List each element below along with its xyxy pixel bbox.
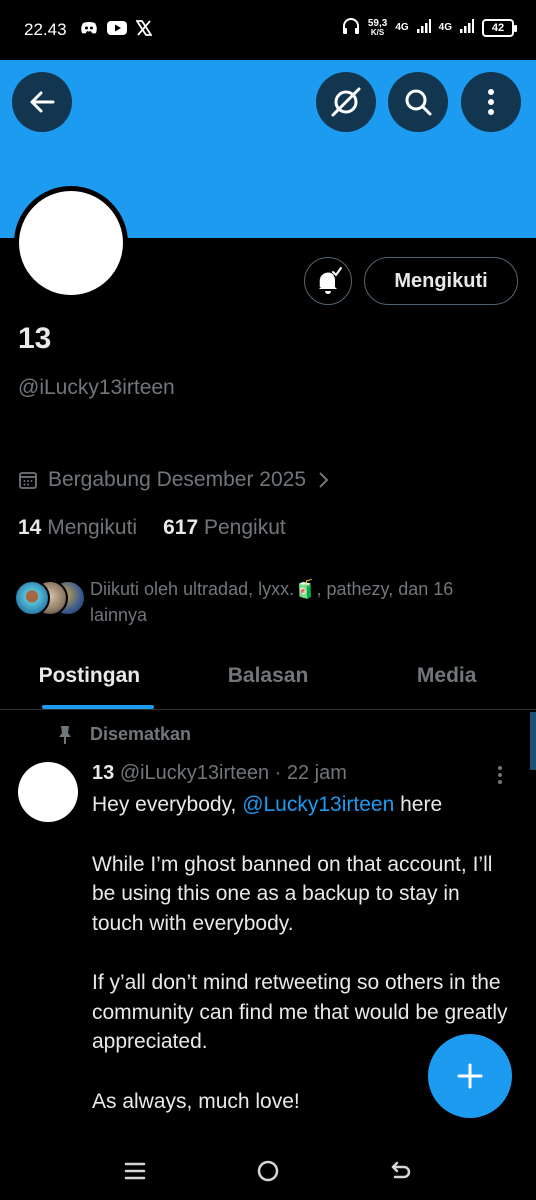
grok-button[interactable]	[316, 72, 376, 132]
joined-date[interactable]: Bergabung Desember 2025	[18, 468, 330, 492]
status-time: 22.43	[24, 20, 67, 39]
pinned-label: Disematkan	[90, 724, 192, 744]
followed-by[interactable]: Diikuti oleh ultradad, lyxx.🧃, pathezy, …	[14, 576, 510, 628]
following-label: Mengikuti	[47, 516, 138, 539]
network-type-2: 4G	[438, 22, 452, 33]
plus-icon	[457, 1063, 483, 1089]
follower-avatar-1	[14, 580, 50, 616]
pinned-indicator: Disematkan	[56, 724, 191, 745]
x-icon	[135, 20, 153, 41]
post-paragraph-1: Hey everybody, @Lucky13irteen here	[92, 793, 443, 816]
system-icons: 59,3 K/S 4G 4G 42	[342, 17, 517, 38]
network-speed: 59,3 K/S	[367, 17, 388, 37]
search-icon	[405, 89, 432, 116]
battery-indicator: 42	[482, 18, 517, 37]
signal-icon	[416, 19, 431, 36]
pin-icon	[59, 725, 71, 744]
post-author-avatar[interactable]	[18, 762, 78, 822]
profile-tabs: Postingan Balasan Media	[0, 646, 536, 710]
joined-text: Bergabung Desember 2025	[48, 468, 307, 491]
mention-link[interactable]: @Lucky13irteen	[242, 793, 394, 816]
network-type-1: 4G	[395, 22, 409, 33]
followers-label: Pengikut	[203, 516, 286, 539]
back-button[interactable]	[12, 72, 72, 132]
notification-icons	[80, 20, 153, 41]
post-paragraph-2: While I’m ghost banned on that account, …	[92, 852, 493, 935]
follow-counts: 14 Mengikuti 617 Pengikut	[18, 516, 286, 540]
followers-count: 617	[163, 516, 199, 539]
back-nav-button[interactable]	[386, 1156, 416, 1186]
profile-handle: @iLucky13irteen	[18, 376, 175, 399]
grok-icon	[331, 87, 361, 117]
following-count: 14	[18, 516, 42, 539]
follower-avatars	[14, 576, 86, 616]
followed-by-text: Diikuti oleh ultradad, lyxx.🧃, pathezy, …	[90, 579, 454, 625]
post-time: · 22 jam	[274, 762, 347, 784]
chevron-right-icon	[319, 472, 329, 488]
more-vertical-icon	[488, 89, 494, 115]
tab-balasan[interactable]: Balasan	[179, 646, 358, 709]
more-vertical-icon	[498, 766, 502, 784]
back-arrow-icon	[391, 1161, 411, 1179]
following-count-link[interactable]: 14 Mengikuti	[18, 516, 137, 540]
signal-icon-2	[460, 19, 474, 36]
post-author-handle[interactable]: @iLucky13irteen	[120, 762, 269, 784]
status-bar: 22.43 59,3 K/S 4G 4G 42	[0, 0, 536, 60]
tab-media[interactable]: Media	[357, 646, 536, 709]
tab-postingan[interactable]: Postingan	[0, 646, 179, 709]
headphones-icon	[342, 17, 360, 38]
search-button[interactable]	[388, 72, 448, 132]
bell-check-icon	[319, 267, 342, 294]
youtube-icon	[107, 21, 127, 40]
more-options-button[interactable]	[461, 72, 521, 132]
arrow-left-icon	[30, 91, 55, 113]
scrollbar[interactable]	[530, 712, 536, 770]
discord-icon	[80, 21, 98, 40]
home-button[interactable]	[253, 1156, 283, 1186]
system-navigation-bar	[0, 1140, 536, 1200]
post-header: 13 @iLucky13irteen · 22 jam	[92, 762, 347, 785]
following-button[interactable]: Mengikuti	[364, 257, 518, 305]
compose-button[interactable]	[428, 1034, 512, 1118]
followers-count-link[interactable]: 617 Pengikut	[163, 516, 286, 540]
notifications-button[interactable]	[304, 257, 352, 305]
menu-icon	[124, 1162, 146, 1180]
post-more-button[interactable]	[496, 764, 504, 791]
profile-avatar[interactable]	[14, 186, 128, 300]
post-author-name[interactable]: 13	[92, 762, 114, 784]
recents-button[interactable]	[120, 1156, 150, 1186]
profile-name: 13	[18, 322, 52, 355]
calendar-icon	[19, 472, 37, 489]
home-circle-icon	[257, 1160, 279, 1182]
